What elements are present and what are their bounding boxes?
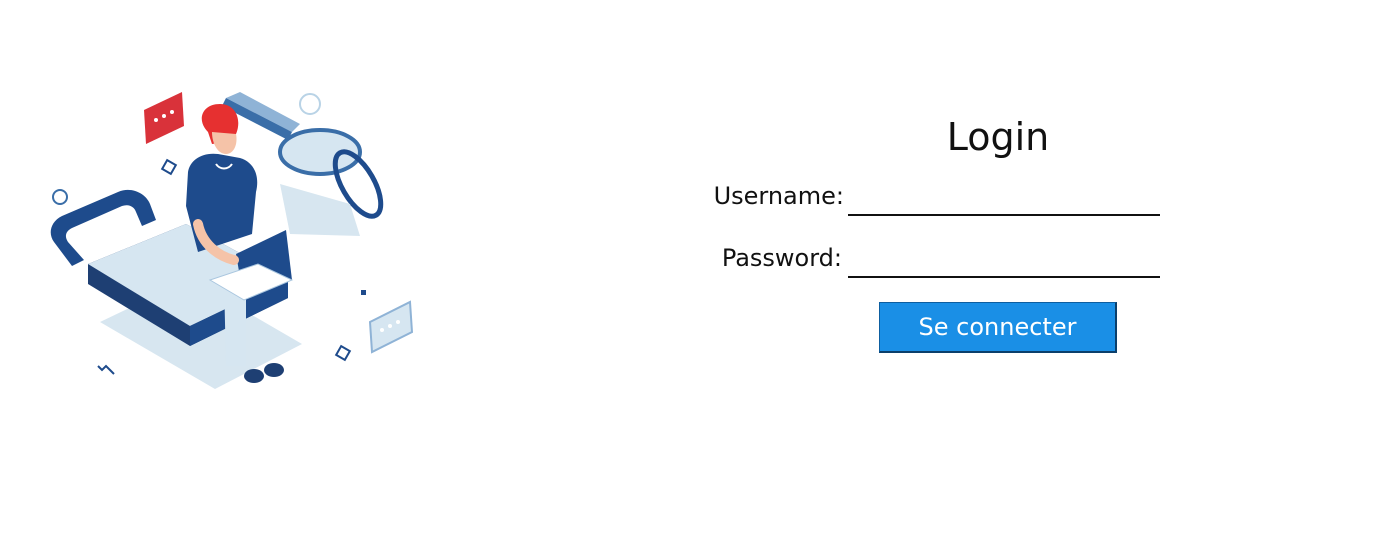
password-label: Password: bbox=[721, 244, 842, 272]
security-illustration bbox=[50, 92, 414, 389]
password-field[interactable] bbox=[848, 248, 1160, 278]
chat-bubble-red-icon bbox=[144, 92, 184, 144]
chat-bubble-blue-icon bbox=[368, 300, 414, 354]
username-label: Username: bbox=[713, 182, 844, 210]
login-page: Login Username: Password: Se connecter bbox=[0, 0, 1392, 536]
login-title: Login bbox=[946, 115, 1050, 159]
login-submit-button[interactable]: Se connecter bbox=[879, 302, 1117, 353]
username-field[interactable] bbox=[848, 186, 1160, 216]
